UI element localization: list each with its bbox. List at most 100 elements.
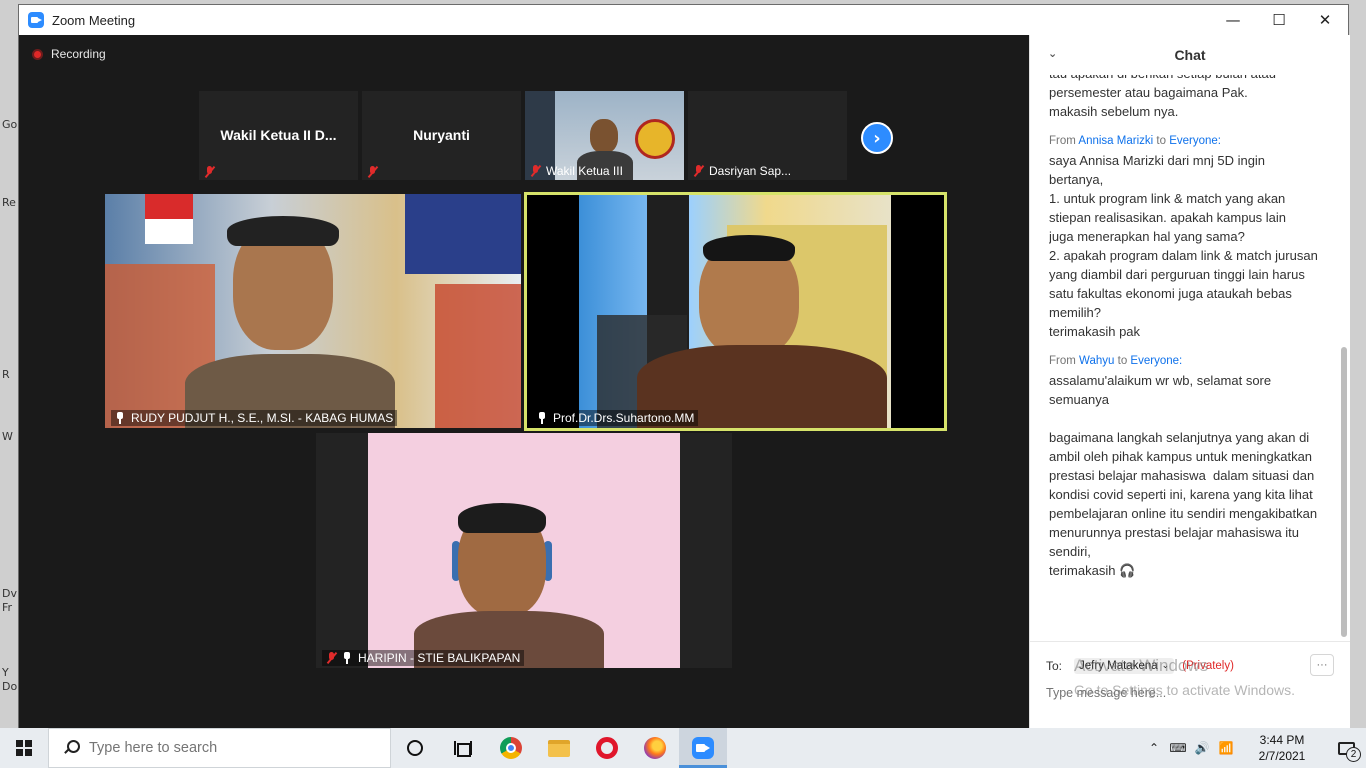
taskbar: ⌃ ⌨ 🔊 📶 3:44 PM 2/7/2021 2 [0, 728, 1366, 768]
participant-caption [367, 166, 383, 178]
next-page-button[interactable]: › [861, 122, 893, 154]
chat-scrollbar[interactable] [1341, 347, 1347, 637]
to-label: to [1156, 135, 1166, 147]
participant-name: Nuryanti [413, 127, 470, 143]
cortana-button[interactable] [391, 728, 439, 768]
banner-decoration [405, 194, 521, 274]
clock-time: 3:44 PM [1259, 733, 1305, 747]
participant-caption: Dasriyan Sap... [693, 164, 791, 178]
participant-caption [204, 166, 220, 178]
zoom-meeting-window: Zoom Meeting — ☐ ✕ Recording Wakil Ketua… [18, 4, 1350, 730]
from-label: From [1049, 135, 1076, 147]
sender-name[interactable]: Annisa Marizki [1078, 135, 1153, 147]
participant-thumbnail[interactable]: Wakil Ketua III [525, 91, 684, 180]
recording-indicator[interactable]: Recording [32, 47, 106, 61]
windows-logo-icon [16, 740, 32, 756]
chat-message-list[interactable]: tau apakah di berikan setiap bulan atau … [1049, 75, 1319, 633]
mic-muted-icon [530, 165, 541, 177]
folder-icon [548, 739, 570, 757]
firefox-icon [644, 737, 666, 759]
clock-date: 2/7/2021 [1258, 749, 1306, 763]
chat-message-text: tau apakah di berikan setiap bulan atau … [1049, 75, 1276, 119]
participant-name: Wakil Ketua II D... [220, 127, 337, 143]
participant-thumbnail[interactable]: Dasriyan Sap... [688, 91, 847, 180]
chat-panel: ⌄ Chat tau apakah di berikan setiap bula… [1029, 35, 1350, 730]
participant-hair [703, 235, 795, 261]
file-explorer-taskbar-button[interactable] [535, 728, 583, 768]
participant-caption: RUDY PUDJUT H., S.E., M.SI. - KABAG HUMA… [111, 410, 398, 426]
recording-dot-icon [32, 48, 43, 60]
video-tile-suhartono[interactable]: Prof.Dr.Drs.Suhartono.MM [524, 192, 947, 431]
participant-thumbnail[interactable]: Wakil Ketua II D... [199, 91, 358, 180]
opera-taskbar-button[interactable] [583, 728, 631, 768]
zoom-app-icon [28, 12, 44, 28]
task-view-icon [454, 741, 472, 757]
video-tile-rudy[interactable]: RUDY PUDJUT H., S.E., M.SI. - KABAG HUMA… [105, 194, 521, 428]
minimize-button[interactable]: — [1210, 5, 1256, 35]
chat-message-text: saya Annisa Marizki dari mnj 5D ingin be… [1049, 153, 1318, 339]
input-language-icon[interactable]: ⌨ [1166, 728, 1190, 768]
mic-muted-icon [693, 165, 704, 177]
maximize-button[interactable]: ☐ [1256, 5, 1302, 35]
desktop-icon-label: Re [2, 196, 16, 209]
to-label: to [1117, 355, 1128, 367]
desktop-icon-label: Y [2, 666, 9, 679]
participant-caption-text: Dasriyan Sap... [709, 164, 792, 178]
desktop-icon-label: W [2, 430, 13, 443]
chat-message-meta: From Wahyu to Everyone: [1049, 353, 1319, 369]
cortana-icon [407, 740, 423, 756]
network-icon[interactable]: 📶 [1214, 728, 1238, 768]
zoom-taskbar-button[interactable] [679, 728, 727, 768]
participant-thumbnail[interactable]: Nuryanti [362, 91, 521, 180]
recording-label: Recording [51, 47, 106, 61]
to-label: To: [1046, 659, 1063, 673]
window-controls: — ☐ ✕ [1210, 5, 1348, 35]
show-hidden-icons-chevron-icon[interactable]: ⌃ [1142, 728, 1166, 768]
recipient-name[interactable]: Everyone: [1130, 355, 1182, 367]
chat-message: From Annisa Marizki to Everyone: saya An… [1049, 133, 1319, 341]
chat-message-text: assalamu'alaikum wr wb, selamat sore sem… [1049, 373, 1318, 578]
recipient-name[interactable]: Everyone: [1169, 135, 1221, 147]
mic-muted-icon [204, 166, 215, 178]
action-center-button[interactable]: 2 [1326, 728, 1366, 768]
activate-windows-title: Activate Windows [1074, 656, 1209, 675]
desktop-icon-label: Go [2, 118, 18, 131]
title-bar[interactable]: Zoom Meeting — ☐ ✕ [19, 5, 1348, 35]
volume-icon[interactable]: 🔊 [1190, 728, 1214, 768]
campus-logo-icon [635, 119, 675, 159]
firefox-taskbar-button[interactable] [631, 728, 679, 768]
participant-caption-text: RUDY PUDJUT H., S.E., M.SI. - KABAG HUMA… [131, 411, 394, 425]
from-label: From [1049, 355, 1076, 367]
start-button[interactable] [0, 728, 48, 768]
chat-message: tau apakah di berikan setiap bulan atau … [1049, 75, 1319, 121]
participant-caption-text: HARIPIN - STIE BALIKPAPAN [358, 651, 521, 665]
close-button[interactable]: ✕ [1302, 5, 1348, 35]
flag-decoration [145, 194, 193, 244]
chat-message: From Wahyu to Everyone: assalamu'alaikum… [1049, 353, 1319, 580]
taskbar-search[interactable] [48, 728, 391, 768]
participant-caption: Prof.Dr.Drs.Suhartono.MM [533, 410, 699, 426]
chat-message-meta: From Annisa Marizki to Everyone: [1049, 133, 1319, 149]
task-view-button[interactable] [439, 728, 487, 768]
building-decoration [435, 284, 521, 428]
chat-title: Chat [1174, 47, 1206, 63]
notification-count-badge: 2 [1346, 747, 1361, 762]
video-tile-haripin[interactable]: HARIPIN - STIE BALIKPAPAN [316, 433, 732, 668]
chrome-taskbar-button[interactable] [487, 728, 535, 768]
mic-muted-icon [367, 166, 378, 178]
desktop-icon-label: Dv [2, 587, 17, 600]
more-options-button[interactable]: ··· [1310, 654, 1334, 676]
chevron-down-icon[interactable]: ⌄ [1048, 47, 1057, 60]
search-icon [63, 740, 80, 756]
search-input[interactable] [89, 740, 379, 756]
system-tray: ⌃ ⌨ 🔊 📶 3:44 PM 2/7/2021 2 [1142, 728, 1366, 768]
window-title: Zoom Meeting [52, 12, 136, 28]
taskbar-clock[interactable]: 3:44 PM 2/7/2021 [1242, 732, 1322, 764]
participant-hair [227, 216, 339, 246]
chrome-icon [500, 737, 522, 759]
pin-icon [537, 412, 547, 424]
participant-caption: HARIPIN - STIE BALIKPAPAN [322, 650, 525, 666]
sender-name[interactable]: Wahyu [1079, 355, 1114, 367]
participant-hair [458, 503, 546, 533]
participant-face [590, 119, 618, 153]
